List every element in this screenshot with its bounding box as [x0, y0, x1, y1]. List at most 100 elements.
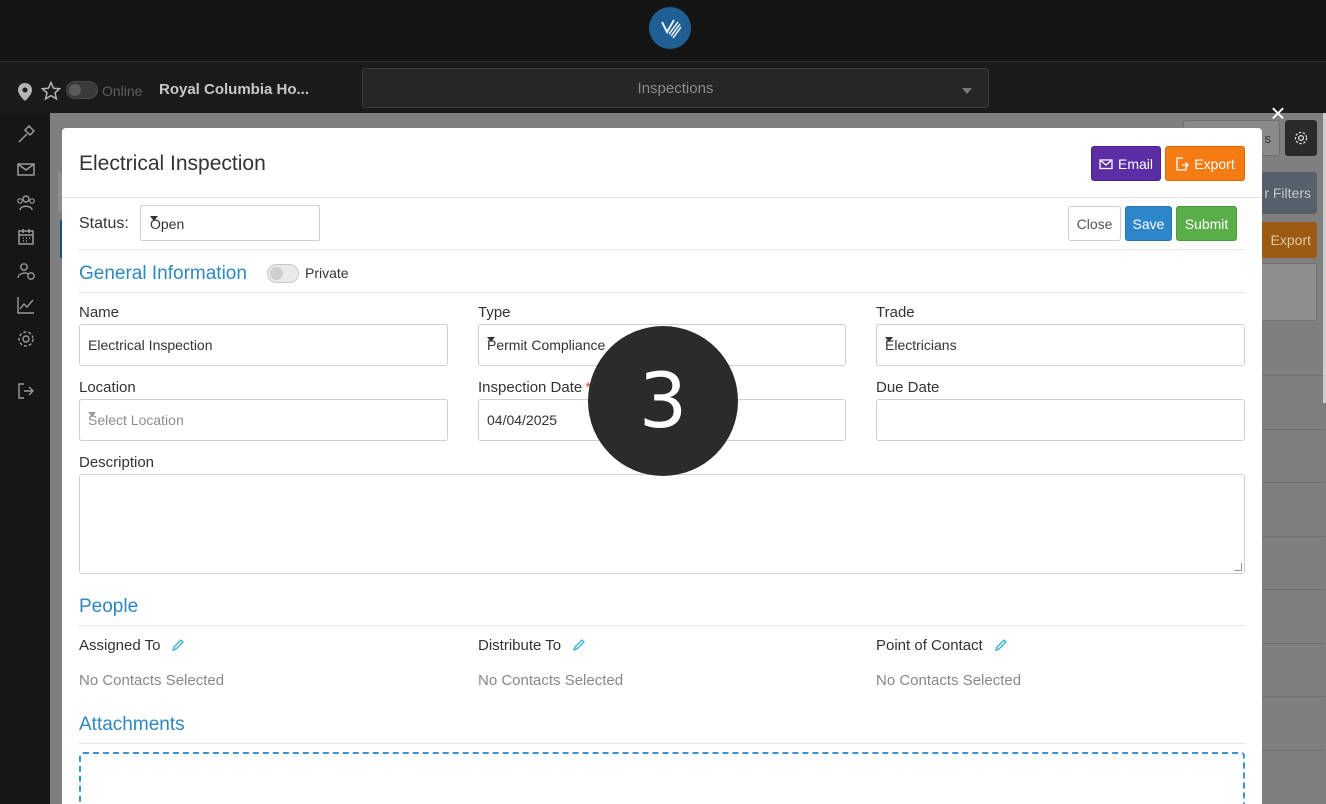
export-button-label: Export [1194, 155, 1235, 172]
export-button[interactable]: Export [1165, 146, 1245, 181]
background-table-header [1255, 263, 1317, 321]
background-export-label: Export [1270, 232, 1311, 248]
logout-icon[interactable] [16, 381, 36, 401]
distribute-to-empty: No Contacts Selected [478, 672, 624, 689]
chevron-down-icon [487, 337, 495, 342]
distribute-to-label: Distribute To [478, 637, 586, 654]
inspection-date-value: 04/04/2025 [487, 412, 558, 428]
email-button[interactable]: Email [1091, 146, 1161, 181]
module-select[interactable]: Inspections [362, 68, 989, 108]
type-label: Type [478, 304, 511, 321]
name-field-value: Electrical Inspection [88, 337, 213, 353]
users-icon[interactable] [16, 193, 36, 213]
chevron-down-icon [150, 216, 158, 221]
close-button-label: Close [1076, 215, 1113, 232]
chevron-down-icon [962, 88, 972, 94]
private-label: Private [305, 265, 349, 281]
background-row-line [1262, 536, 1324, 537]
close-button[interactable]: Close [1068, 206, 1121, 241]
location-select[interactable]: Select Location [79, 399, 448, 441]
point-of-contact-empty: No Contacts Selected [876, 672, 1022, 689]
close-modal-icon[interactable]: × [1268, 100, 1288, 126]
online-label: Online [102, 83, 143, 99]
mail-icon [1099, 158, 1113, 169]
company-logo-icon[interactable] [649, 7, 691, 49]
distribute-to-label-text: Distribute To [478, 637, 562, 654]
chevron-down-icon [88, 412, 96, 417]
calendar-icon[interactable] [16, 227, 36, 247]
location-pin-icon[interactable] [18, 83, 32, 101]
project-bar: Online Royal Columbia Ho... Inspections [0, 63, 1326, 113]
step-number: 3 [638, 356, 688, 445]
project-name[interactable]: Royal Columbia Ho... [159, 81, 309, 98]
edit-pencil-icon[interactable] [571, 638, 586, 653]
divider [79, 249, 1245, 250]
due-date-label: Due Date [876, 379, 940, 396]
chevron-down-icon [885, 337, 893, 342]
description-textarea[interactable] [79, 474, 1245, 574]
modal-title: Electrical Inspection [79, 152, 266, 175]
assigned-to-empty: No Contacts Selected [79, 672, 225, 689]
type-select-value: Permit Compliance [487, 337, 606, 353]
attachments-dropzone[interactable] [79, 752, 1245, 804]
resize-handle-icon[interactable] [1234, 563, 1242, 571]
background-row-line [1262, 750, 1324, 751]
hammer-icon[interactable] [16, 124, 36, 145]
inspection-date-label: Inspection Date* [478, 379, 591, 396]
location-label: Location [79, 379, 136, 396]
point-of-contact-label-text: Point of Contact [876, 637, 983, 654]
export-file-icon [1176, 156, 1190, 171]
name-field[interactable]: Electrical Inspection [79, 324, 448, 366]
assigned-to-label-text: Assigned To [79, 637, 161, 654]
location-select-placeholder: Select Location [88, 412, 184, 428]
star-icon[interactable] [41, 81, 61, 101]
general-information-heading: General Information [79, 263, 247, 284]
trade-select-value: Electricians [885, 337, 957, 353]
logo-mark [661, 19, 682, 39]
point-of-contact-label: Point of Contact [876, 637, 1008, 654]
edit-pencil-icon[interactable] [170, 638, 185, 653]
background-row-line [1262, 375, 1324, 376]
background-row-line [1262, 429, 1324, 430]
save-button-label: Save [1132, 215, 1165, 232]
background-filters-label: r Filters [1264, 185, 1311, 201]
description-label: Description [79, 454, 155, 471]
background-gear-icon [1285, 120, 1317, 156]
status-label: Status: [79, 215, 129, 232]
email-button-label: Email [1117, 155, 1153, 172]
background-row-line [1262, 482, 1324, 483]
modal-header: Electrical Inspection Email Export [62, 128, 1262, 198]
inspection-date-label-text: Inspection Date [478, 379, 583, 396]
save-button[interactable]: Save [1125, 206, 1172, 241]
step-number-badge: 3 [588, 326, 738, 476]
people-heading: People [79, 596, 139, 617]
name-label: Name [79, 304, 120, 321]
assigned-to-label: Assigned To [79, 637, 185, 654]
left-rail [0, 113, 50, 804]
online-toggle[interactable] [66, 81, 98, 99]
background-views-label: s [1264, 131, 1272, 146]
edit-pencil-icon[interactable] [993, 638, 1008, 653]
private-toggle[interactable] [267, 264, 299, 283]
divider [79, 292, 1245, 293]
chart-icon[interactable] [16, 295, 36, 315]
background-filters-button: r Filters [1255, 172, 1317, 214]
divider [79, 625, 1245, 626]
trade-label: Trade [876, 304, 915, 321]
background-row-line [1262, 696, 1324, 697]
divider [79, 743, 1245, 744]
background-row-line [1262, 589, 1324, 590]
gear-icon[interactable] [16, 329, 36, 349]
module-select-value: Inspections [637, 80, 714, 97]
due-date-field[interactable] [876, 399, 1245, 441]
submit-button-label: Submit [1184, 215, 1229, 232]
status-select[interactable]: Open [140, 205, 320, 241]
user-clock-icon[interactable] [16, 261, 36, 281]
background-export-button: Export [1255, 222, 1317, 258]
submit-button[interactable]: Submit [1176, 206, 1237, 241]
background-row-line [1262, 643, 1324, 644]
mail-icon[interactable] [16, 159, 36, 179]
attachments-heading: Attachments [79, 714, 185, 735]
trade-select[interactable]: Electricians [876, 324, 1245, 366]
top-bar [0, 0, 1326, 62]
